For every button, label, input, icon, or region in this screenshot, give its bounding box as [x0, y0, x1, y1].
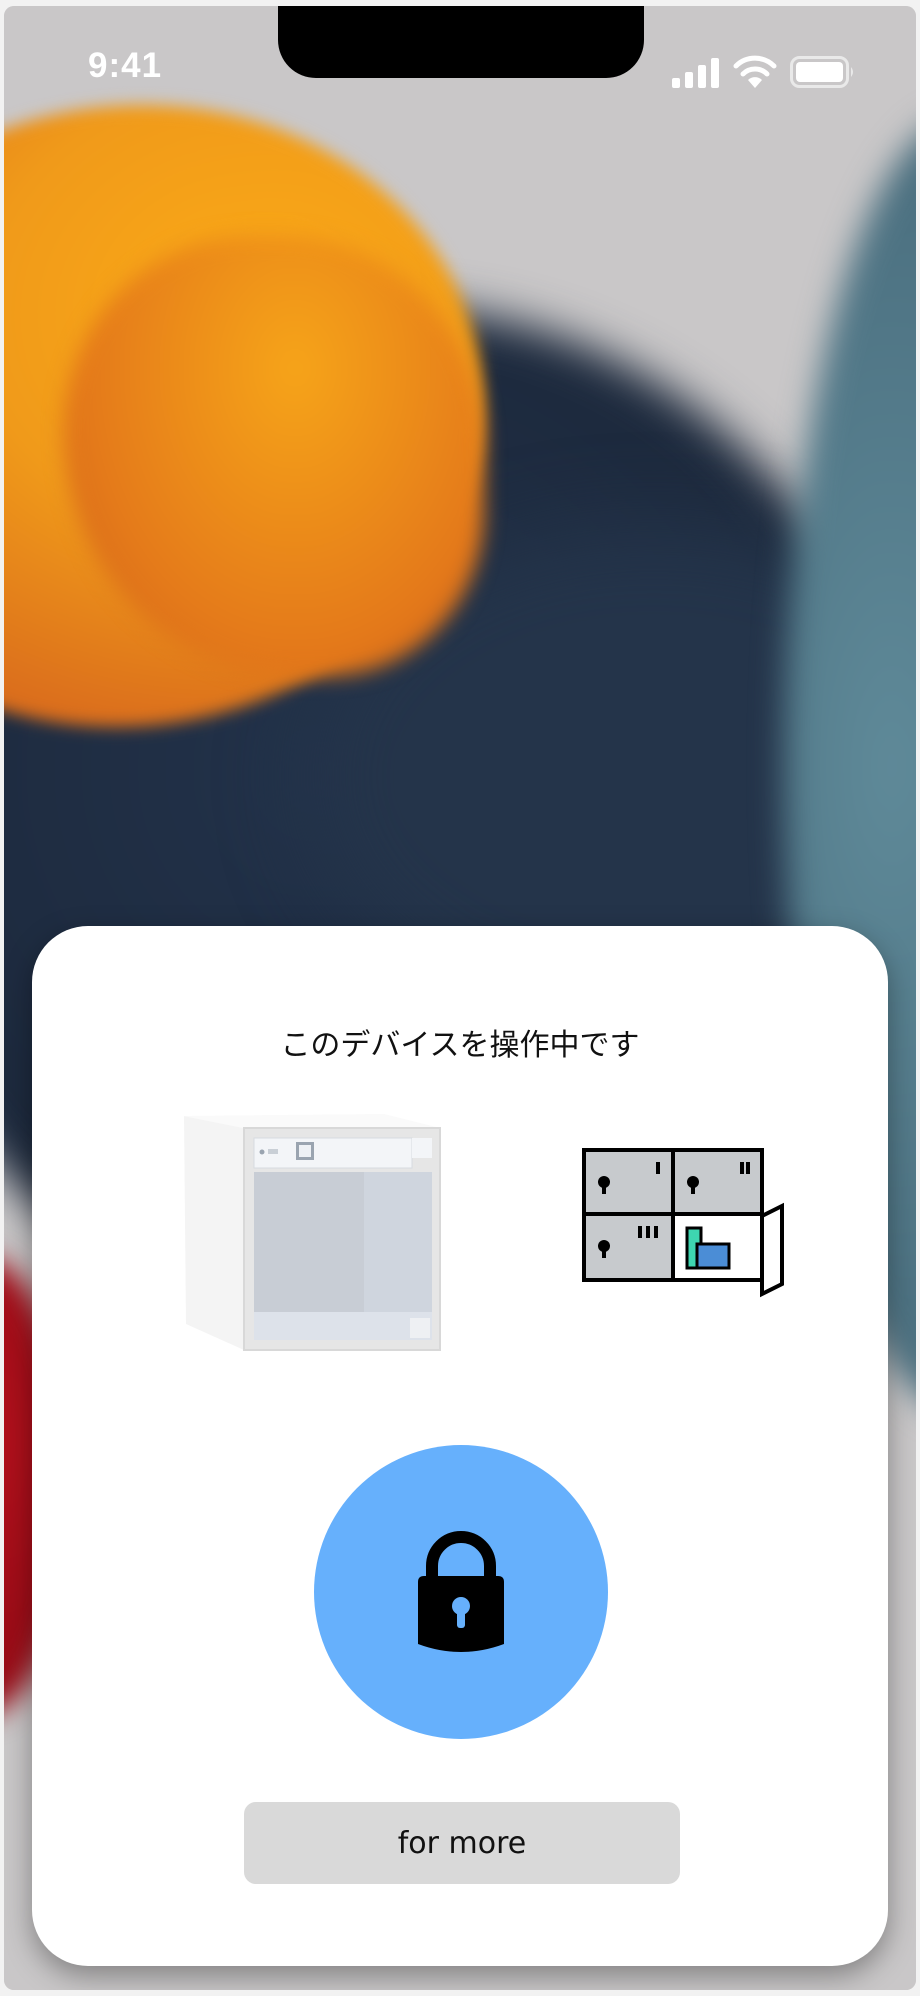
device-card: このデバイスを操作中です for more — [32, 926, 888, 1966]
notch — [278, 6, 644, 78]
signal-icon — [672, 58, 719, 88]
locker-cabinet-image — [184, 1114, 441, 1351]
phone-screen: 9:41 このデバイスを操作中です for more — [4, 6, 916, 1990]
wifi-icon — [733, 55, 777, 88]
battery-icon — [790, 56, 853, 88]
status-bar: 9:41 — [4, 6, 916, 126]
locker-icon — [582, 1148, 784, 1298]
for-more-button[interactable]: for more — [244, 1802, 680, 1884]
lock-button[interactable] — [314, 1445, 608, 1739]
lock-icon — [418, 1531, 504, 1652]
status-time: 9:41 — [88, 46, 163, 85]
card-title: このデバイスを操作中です — [280, 1028, 640, 1063]
